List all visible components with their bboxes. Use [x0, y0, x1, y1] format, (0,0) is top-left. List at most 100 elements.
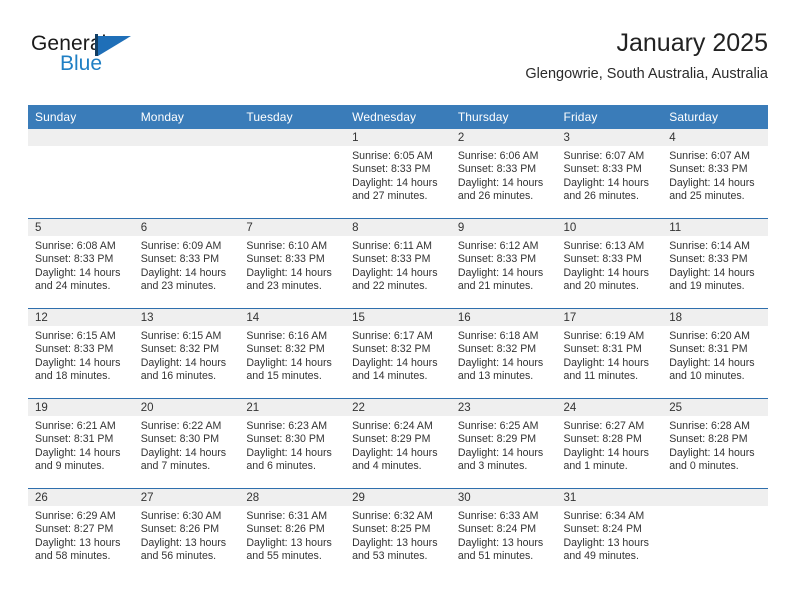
daylight-text: Daylight: 14 hours and 13 minutes. [457, 356, 544, 383]
calendar-day-cell[interactable]: 10 Sunrise: 6:13 AM Sunset: 8:33 PM Dayligh… [556, 218, 663, 309]
sunset-text: Sunset: 8:30 PM [246, 433, 325, 446]
calendar-day-cell[interactable]: 28 Sunrise: 6:31 AM Sunset: 8:26 PM Dayligh… [239, 488, 346, 578]
daylight-text: Daylight: 14 hours and 16 minutes. [140, 356, 227, 383]
day-number: 13 [133, 309, 240, 326]
calendar-day-cell[interactable]: 25 Sunrise: 6:28 AM Sunset: 8:28 PM Dayligh… [662, 398, 768, 489]
sunrise-text: Sunrise: 6:27 AM [563, 420, 645, 432]
calendar-day-cell[interactable]: 27 Sunrise: 6:30 AM Sunset: 8:26 PM Dayligh… [133, 488, 240, 578]
sunrise-text: Sunrise: 6:30 AM [140, 510, 222, 522]
calendar-day-cell[interactable]: 26 Sunrise: 6:29 AM Sunset: 8:27 PM Dayligh… [28, 488, 134, 578]
sunrise-text: Sunrise: 6:14 AM [669, 240, 750, 252]
daylight-text: Daylight: 14 hours and 22 minutes. [352, 266, 438, 293]
sunrise-text: Sunrise: 6:07 AM [669, 150, 750, 162]
calendar-day-cell[interactable]: 1 Sunrise: 6:05 AM Sunset: 8:33 PM Daylight… [345, 129, 451, 219]
daylight-text: Daylight: 13 hours and 49 minutes. [563, 536, 649, 563]
calendar-day-cell[interactable]: 30 Sunrise: 6:33 AM Sunset: 8:24 PM Dayligh… [450, 488, 557, 578]
calendar-day-cell[interactable]: 17 Sunrise: 6:19 AM Sunset: 8:31 PM Dayligh… [556, 308, 663, 399]
daylight-text: Daylight: 14 hours and 1 minute. [563, 446, 649, 473]
sunrise-text: Sunrise: 6:15 AM [35, 330, 116, 342]
calendar-day-cell[interactable]: 6 Sunrise: 6:09 AM Sunset: 8:33 PM Daylight… [133, 218, 240, 309]
day-number: 26 [28, 489, 134, 506]
calendar-day-cell[interactable]: 11 Sunrise: 6:14 AM Sunset: 8:33 PM Dayligh… [662, 218, 768, 309]
sunset-text: Sunset: 8:27 PM [35, 523, 114, 536]
sunset-text: Sunset: 8:29 PM [457, 433, 537, 446]
sunrise-text: Sunrise: 6:05 AM [352, 150, 433, 162]
calendar-day-cell[interactable]: 23 Sunrise: 6:25 AM Sunset: 8:29 PM Dayligh… [450, 398, 557, 489]
calendar-day-cell[interactable]: 29 Sunrise: 6:32 AM Sunset: 8:25 PM Dayligh… [345, 488, 451, 578]
day-cell-inner: 26 Sunrise: 6:29 AM Sunset: 8:27 PM Dayligh… [28, 489, 134, 578]
day-number: 19 [28, 399, 134, 416]
day-cell-inner: 16 Sunrise: 6:18 AM Sunset: 8:32 PM Dayligh… [450, 309, 557, 398]
sunset-text: Sunset: 8:26 PM [140, 523, 220, 536]
sunrise-text: Sunrise: 6:20 AM [669, 330, 750, 342]
calendar-day-cell[interactable]: 24 Sunrise: 6:27 AM Sunset: 8:28 PM Dayligh… [556, 398, 663, 489]
day-number: 31 [556, 489, 663, 506]
day-cell-inner: 18 Sunrise: 6:20 AM Sunset: 8:31 PM Dayligh… [662, 309, 768, 398]
day-details: Sunrise: 6:10 AM Sunset: 8:33 PM Daylight:… [239, 236, 345, 294]
calendar-day-cell[interactable]: 31 Sunrise: 6:34 AM Sunset: 8:24 PM Dayligh… [556, 488, 663, 578]
day-number: 15 [345, 309, 451, 326]
day-details: Sunrise: 6:34 AM Sunset: 8:24 PM Daylight:… [557, 506, 663, 564]
calendar-day-cell[interactable]: 18 Sunrise: 6:20 AM Sunset: 8:31 PM Dayligh… [662, 308, 768, 399]
sunrise-text: Sunrise: 6:16 AM [246, 330, 328, 342]
calendar-day-cell[interactable]: 21 Sunrise: 6:23 AM Sunset: 8:30 PM Dayligh… [239, 398, 346, 489]
calendar-day-cell[interactable]: 13 Sunrise: 6:15 AM Sunset: 8:32 PM Dayligh… [133, 308, 240, 399]
calendar-day-cell[interactable]: 4 Sunrise: 6:07 AM Sunset: 8:33 PM Daylight… [662, 129, 768, 219]
day-number: 1 [345, 129, 451, 146]
day-cell-inner: 21 Sunrise: 6:23 AM Sunset: 8:30 PM Dayligh… [239, 399, 346, 488]
day-number: 11 [662, 219, 768, 236]
sunrise-text: Sunrise: 6:09 AM [140, 240, 222, 252]
calendar-day-cell[interactable]: 12 Sunrise: 6:15 AM Sunset: 8:33 PM Dayligh… [28, 308, 134, 399]
general-blue-logo[interactable]: General Blue [28, 32, 238, 88]
day-number: 21 [239, 399, 346, 416]
day-details: Sunrise: 6:30 AM Sunset: 8:26 PM Daylight:… [134, 506, 240, 564]
calendar-day-cell[interactable]: 16 Sunrise: 6:18 AM Sunset: 8:32 PM Dayligh… [450, 308, 557, 399]
calendar-day-cell [133, 129, 240, 219]
sunrise-text: Sunrise: 6:19 AM [563, 330, 645, 342]
calendar-day-cell[interactable]: 20 Sunrise: 6:22 AM Sunset: 8:30 PM Dayligh… [133, 398, 240, 489]
day-details: Sunrise: 6:15 AM Sunset: 8:32 PM Daylight:… [134, 326, 240, 384]
sunset-text: Sunset: 8:33 PM [35, 253, 114, 266]
location-subtitle: Glengowrie, South Australia, Australia [525, 66, 768, 82]
day-number: 24 [556, 399, 663, 416]
sunset-text: Sunset: 8:28 PM [669, 433, 748, 446]
day-details: Sunrise: 6:14 AM Sunset: 8:33 PM Daylight:… [662, 236, 768, 294]
daylight-text: Daylight: 13 hours and 51 minutes. [457, 536, 544, 563]
day-details: Sunrise: 6:07 AM Sunset: 8:33 PM Daylight:… [557, 146, 663, 204]
calendar-grid: Sunday Monday Tuesday Wednesday Thursday Frid… [28, 105, 768, 578]
day-number: 5 [28, 219, 134, 236]
weekday-header-friday: Friday [556, 105, 663, 129]
day-cell-inner: 14 Sunrise: 6:16 AM Sunset: 8:32 PM Dayligh… [239, 309, 346, 398]
day-cell-inner: 9 Sunrise: 6:12 AM Sunset: 8:33 PM Daylight… [450, 219, 557, 308]
calendar-day-cell[interactable]: 7 Sunrise: 6:10 AM Sunset: 8:33 PM Daylight… [239, 218, 346, 309]
calendar-day-cell[interactable]: 14 Sunrise: 6:16 AM Sunset: 8:32 PM Dayligh… [239, 308, 346, 399]
day-cell-inner: 30 Sunrise: 6:33 AM Sunset: 8:24 PM Dayligh… [450, 489, 557, 578]
day-details: Sunrise: 6:22 AM Sunset: 8:30 PM Daylight:… [134, 416, 240, 474]
day-cell-inner: 12 Sunrise: 6:15 AM Sunset: 8:33 PM Dayligh… [28, 309, 134, 398]
day-details: Sunrise: 6:09 AM Sunset: 8:33 PM Daylight:… [134, 236, 240, 294]
day-number: 17 [556, 309, 663, 326]
calendar-week-row: 1 Sunrise: 6:05 AM Sunset: 8:33 PM Daylight… [28, 129, 768, 219]
day-details: Sunrise: 6:20 AM Sunset: 8:31 PM Daylight:… [662, 326, 768, 384]
calendar-day-cell[interactable]: 15 Sunrise: 6:17 AM Sunset: 8:32 PM Dayligh… [345, 308, 451, 399]
calendar-day-cell[interactable]: 3 Sunrise: 6:07 AM Sunset: 8:33 PM Daylight… [556, 129, 663, 219]
sunset-text: Sunset: 8:33 PM [563, 253, 642, 266]
sunset-text: Sunset: 8:25 PM [352, 523, 431, 536]
day-details: Sunrise: 6:29 AM Sunset: 8:27 PM Daylight:… [28, 506, 134, 564]
calendar-day-cell[interactable]: 9 Sunrise: 6:12 AM Sunset: 8:33 PM Daylight… [450, 218, 557, 309]
calendar-day-cell[interactable]: 22 Sunrise: 6:24 AM Sunset: 8:29 PM Dayligh… [345, 398, 451, 489]
day-cell-inner: 6 Sunrise: 6:09 AM Sunset: 8:33 PM Daylight… [133, 219, 240, 308]
calendar-day-cell[interactable]: 8 Sunrise: 6:11 AM Sunset: 8:33 PM Daylight… [345, 218, 451, 309]
sunrise-text: Sunrise: 6:10 AM [246, 240, 328, 252]
day-details: Sunrise: 6:23 AM Sunset: 8:30 PM Daylight:… [239, 416, 345, 474]
daylight-text: Daylight: 14 hours and 24 minutes. [35, 266, 121, 293]
day-number: 25 [662, 399, 768, 416]
sunset-text: Sunset: 8:33 PM [140, 253, 220, 266]
day-cell-inner: 1 Sunrise: 6:05 AM Sunset: 8:33 PM Daylight… [345, 129, 451, 218]
day-number: 12 [28, 309, 134, 326]
calendar-day-cell[interactable]: 19 Sunrise: 6:21 AM Sunset: 8:31 PM Dayligh… [28, 398, 134, 489]
sunrise-text: Sunrise: 6:12 AM [457, 240, 539, 252]
sunrise-text: Sunrise: 6:21 AM [35, 420, 116, 432]
calendar-day-cell[interactable]: 2 Sunrise: 6:06 AM Sunset: 8:33 PM Daylight… [450, 129, 557, 219]
calendar-day-cell[interactable]: 5 Sunrise: 6:08 AM Sunset: 8:33 PM Daylight… [28, 218, 134, 309]
